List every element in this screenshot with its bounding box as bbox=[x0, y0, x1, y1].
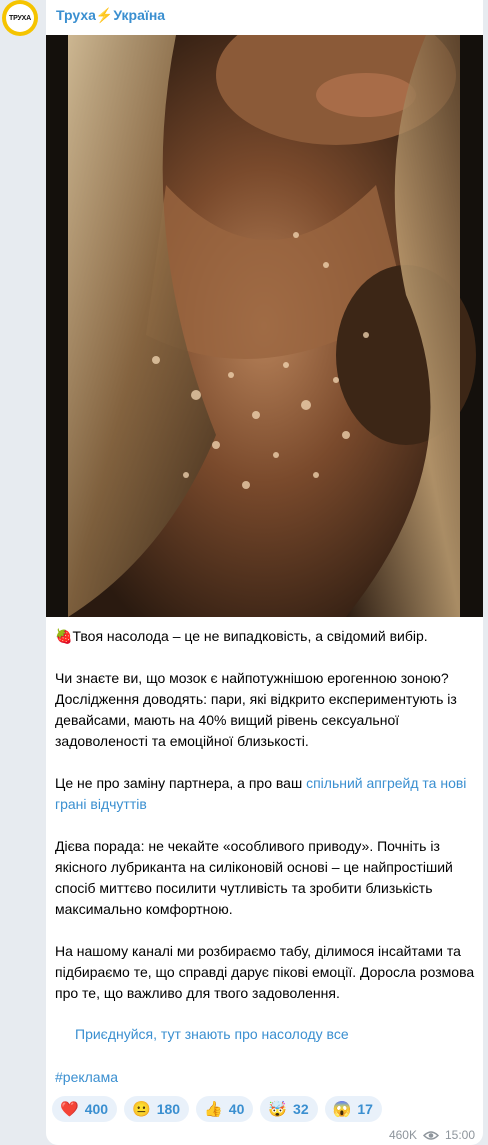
channel-name[interactable]: Труха⚡Україна bbox=[56, 7, 165, 24]
photo-illustration bbox=[46, 35, 483, 617]
reaction-count: 17 bbox=[357, 1101, 373, 1117]
neutral-face-icon: 😐 bbox=[132, 1100, 151, 1118]
message-time: 15:00 bbox=[444, 1128, 475, 1142]
channel-name-part1: Труха bbox=[56, 7, 96, 23]
strawberry-icon: 🍓 bbox=[55, 628, 73, 644]
post-text: 🍓Твоя насолода – це не випадковість, а с… bbox=[55, 626, 475, 1004]
reaction-mind-blown[interactable]: 🤯 32 bbox=[260, 1096, 318, 1122]
screaming-face-icon: 😱 bbox=[332, 1100, 352, 1118]
post-line1: 🍓Твоя насолода – це не випадковість, а с… bbox=[55, 628, 428, 644]
reaction-thumbs-up[interactable]: 👍 40 bbox=[196, 1096, 254, 1122]
heart-icon: ❤️ bbox=[60, 1100, 79, 1118]
join-link[interactable]: Приєднуйся, тут знають про насолоду все bbox=[75, 1026, 349, 1042]
lightning-icon: ⚡ bbox=[95, 7, 114, 23]
view-count: 460K bbox=[388, 1128, 417, 1142]
reaction-heart[interactable]: ❤️ 400 bbox=[52, 1096, 118, 1122]
post-paragraph-3: Це не про заміну партнера, а про ваш спі… bbox=[55, 775, 467, 812]
channel-name-part2: Україна bbox=[113, 7, 166, 23]
post-paragraph-4: Дієва порада: не чекайте «особливого при… bbox=[55, 838, 453, 917]
reaction-neutral-face[interactable]: 😐 180 bbox=[124, 1096, 190, 1122]
reaction-count: 180 bbox=[156, 1101, 181, 1117]
reaction-count: 32 bbox=[293, 1101, 309, 1117]
post-paragraph-2: Чи знаєте ви, що мозок є найпотужнішою е… bbox=[55, 670, 457, 749]
hashtag-link[interactable]: #реклама bbox=[55, 1069, 118, 1085]
eye-icon bbox=[422, 1130, 439, 1140]
message-bubble: Труха⚡Україна 🍓Твоя насолода – це не вип… bbox=[46, 0, 483, 1145]
post-photo[interactable] bbox=[46, 35, 483, 617]
reactions-bar: ❤️ 400 😐 180 👍 40 🤯 32 😱 17 bbox=[52, 1096, 382, 1122]
avatar-logo-text: ТРУХА bbox=[6, 4, 34, 32]
reaction-screaming[interactable]: 😱 17 bbox=[324, 1096, 382, 1122]
channel-avatar[interactable]: ТРУХА bbox=[2, 0, 38, 36]
reaction-count: 400 bbox=[84, 1101, 109, 1117]
message-meta: 460K 15:00 bbox=[389, 1128, 475, 1142]
thumbs-up-icon: 👍 bbox=[204, 1100, 223, 1118]
reaction-count: 40 bbox=[228, 1101, 245, 1117]
mind-blown-icon: 🤯 bbox=[268, 1100, 288, 1118]
post-paragraph-5: На нашому каналі ми розбираємо табу, діл… bbox=[55, 943, 475, 1001]
